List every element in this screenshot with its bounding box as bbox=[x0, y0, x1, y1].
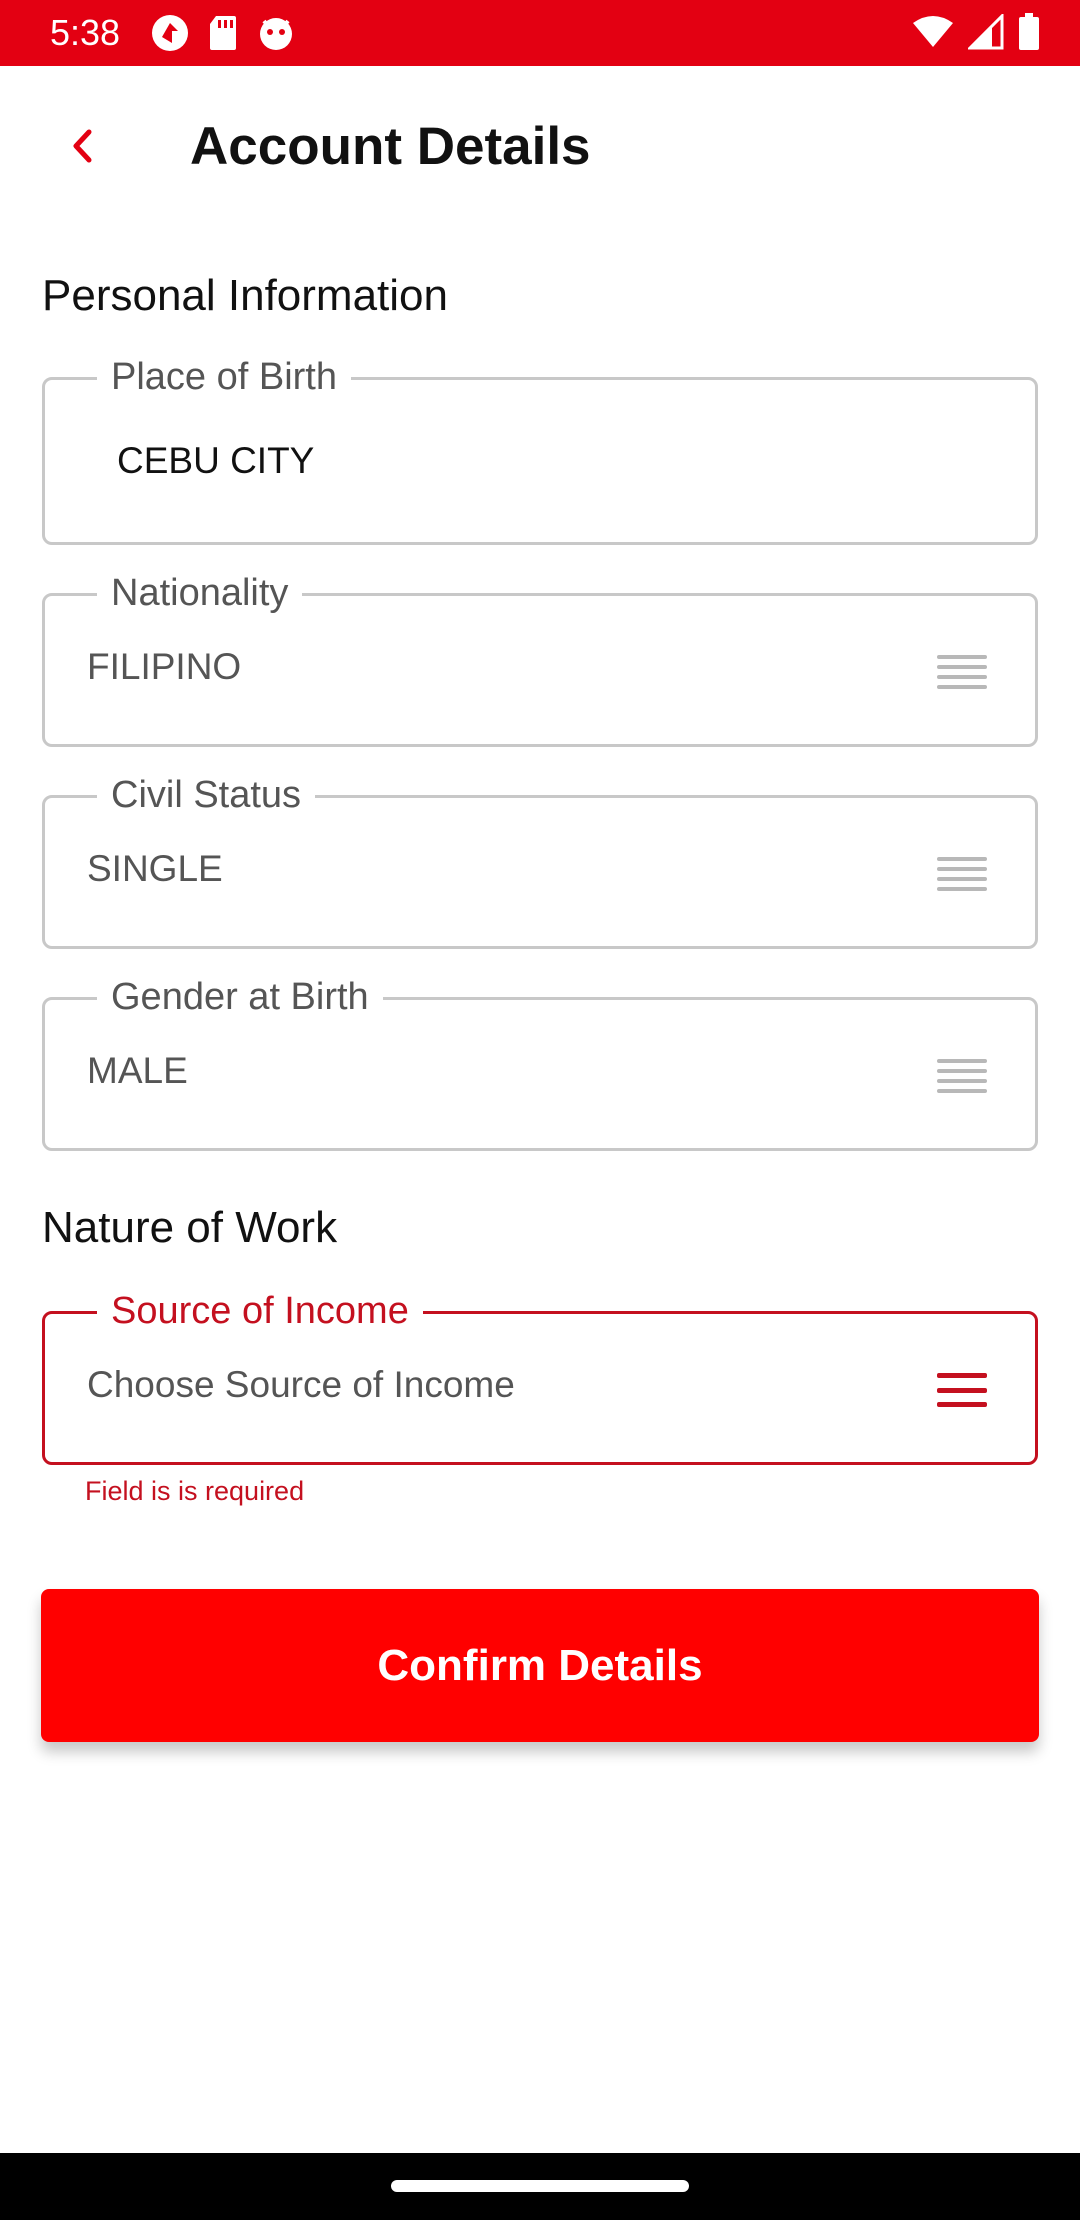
place-of-birth-value: CEBU CITY bbox=[117, 440, 315, 481]
menu-icon[interactable] bbox=[937, 655, 987, 689]
sd-card-icon bbox=[210, 16, 236, 50]
civil-status-label: Civil Status bbox=[97, 772, 316, 818]
menu-icon[interactable] bbox=[937, 1059, 987, 1093]
status-icons-right bbox=[912, 12, 1040, 52]
status-time: 5:38 bbox=[50, 12, 121, 53]
civil-status-dropdown[interactable]: Civil Status SINGLE bbox=[42, 772, 1038, 949]
battery-icon bbox=[1019, 13, 1039, 50]
system-nav-bar bbox=[0, 2153, 1080, 2220]
chevron-left-icon bbox=[73, 129, 92, 163]
confirm-details-button[interactable]: Confirm Details bbox=[41, 1589, 1039, 1742]
menu-icon[interactable] bbox=[937, 1373, 987, 1407]
nationality-value: FILIPINO bbox=[87, 646, 242, 687]
source-of-income-placeholder: Choose Source of Income bbox=[87, 1364, 515, 1405]
app-header: Account Details bbox=[0, 66, 1080, 222]
menu-icon[interactable] bbox=[937, 857, 987, 891]
gender-at-birth-dropdown[interactable]: Gender at Birth MALE bbox=[42, 974, 1038, 1151]
gender-at-birth-value: MALE bbox=[87, 1050, 188, 1091]
back-button[interactable] bbox=[50, 114, 114, 178]
app-notification-icon bbox=[152, 15, 188, 51]
page-title: Account Details bbox=[190, 117, 591, 176]
status-icons-left bbox=[150, 14, 296, 52]
source-of-income-dropdown[interactable]: Source of Income Choose Source of Income bbox=[42, 1288, 1038, 1465]
app-face-icon bbox=[260, 18, 292, 50]
wifi-icon bbox=[913, 16, 953, 47]
civil-status-value: SINGLE bbox=[87, 848, 223, 889]
status-bar: 5:38 bbox=[0, 0, 1080, 66]
place-of-birth-field[interactable]: Place of Birth CEBU CITY bbox=[42, 354, 1038, 545]
cellular-signal-icon bbox=[968, 14, 1004, 50]
source-of-income-label: Source of Income bbox=[97, 1288, 423, 1334]
gender-at-birth-label: Gender at Birth bbox=[97, 974, 383, 1020]
section-title-nature-of-work: Nature of Work bbox=[42, 1203, 338, 1252]
home-gesture-handle[interactable] bbox=[391, 2180, 689, 2192]
source-of-income-error: Field is is required bbox=[85, 1476, 305, 1506]
section-title-personal-information: Personal Information bbox=[42, 271, 448, 320]
nationality-dropdown[interactable]: Nationality FILIPINO bbox=[42, 570, 1038, 747]
place-of-birth-label: Place of Birth bbox=[97, 354, 351, 400]
nationality-label: Nationality bbox=[97, 570, 303, 616]
